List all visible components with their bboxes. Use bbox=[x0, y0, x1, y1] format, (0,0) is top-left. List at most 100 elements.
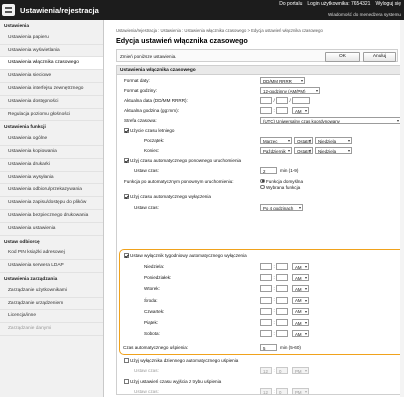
instruction-text: Zmień poniższe ustawienia. bbox=[120, 53, 177, 59]
sidebar-item[interactable]: Zarządzanie użytkownikami bbox=[0, 285, 103, 298]
current-hour-input[interactable] bbox=[260, 107, 272, 114]
wake-hour-input[interactable]: 12 bbox=[260, 388, 272, 395]
date-separator: / bbox=[289, 97, 291, 103]
weekday-minute-input[interactable] bbox=[276, 307, 288, 315]
dst-label: Użycie czasu letniego bbox=[130, 128, 175, 133]
auto-reset-checkbox[interactable] bbox=[124, 158, 129, 163]
wake-timer-label: Użyj ustawień czasu wyjścia z trybu uśpi… bbox=[130, 379, 222, 384]
sidebar-item-label: Zarządzanie danymi bbox=[8, 326, 52, 332]
weekday-ampm-select[interactable]: AM bbox=[292, 330, 309, 338]
daily-sleep-checkbox[interactable] bbox=[124, 358, 129, 363]
auto-reset-time-label: Ustaw czas: bbox=[134, 168, 159, 173]
sidebar-item-label: Ustawienia kopiowania bbox=[8, 148, 57, 154]
wake-minute-input[interactable]: 0 bbox=[276, 388, 288, 395]
dst-end-month-select[interactable]: Październik bbox=[260, 147, 292, 154]
time-separator: : bbox=[273, 388, 275, 394]
current-month-input[interactable] bbox=[276, 97, 288, 104]
sidebar-item[interactable]: Ustawienia dostępności bbox=[0, 96, 103, 109]
selected-function-radio[interactable] bbox=[260, 184, 265, 189]
weekday-hour-input[interactable] bbox=[260, 274, 272, 282]
weekday-ampm-select[interactable]: AM bbox=[292, 319, 309, 326]
dst-end-day-select[interactable]: Niedziela bbox=[315, 147, 352, 154]
date-separator: / bbox=[273, 97, 275, 103]
message-to-admin-link[interactable]: Wiadomość do menedżera systemu bbox=[328, 12, 401, 17]
sidebar-item[interactable]: Kod PIN książki adresowej bbox=[0, 247, 103, 261]
date-format-select[interactable]: DD/MM RRRR bbox=[260, 77, 305, 84]
sidebar-item-label: Ustawienia bbox=[4, 24, 30, 29]
sidebar-item[interactable]: Ustawienia ogólne bbox=[0, 133, 103, 146]
wake-ampm-select[interactable]: PM bbox=[292, 388, 309, 395]
weekday-ampm-select[interactable]: AM bbox=[292, 263, 309, 270]
weekday-hour-input[interactable] bbox=[260, 263, 272, 270]
weekday-ampm-select[interactable]: AM bbox=[292, 296, 309, 304]
weekday-hour-input[interactable] bbox=[260, 285, 272, 293]
time-format-select[interactable]: 12-godzinny (AM/PM) bbox=[260, 87, 320, 94]
dst-end-week-select[interactable]: Ostatni bbox=[294, 147, 313, 154]
sidebar-item[interactable]: Ustawienia interfejsu zewnętrznego bbox=[0, 83, 103, 96]
weekday-hour-input[interactable] bbox=[260, 296, 272, 304]
weekday-minute-input[interactable] bbox=[276, 296, 288, 304]
sidebar-item[interactable]: Licencja/inne bbox=[0, 310, 103, 324]
sidebar-item[interactable]: Ustawienia kopiowania bbox=[0, 146, 103, 159]
time-zone-select[interactable]: (UTC) Uniwersalny czas koordynowany bbox=[260, 117, 401, 124]
weekly-timer-checkbox[interactable] bbox=[124, 253, 129, 258]
dst-checkbox[interactable] bbox=[124, 128, 129, 133]
daily-sleep-hour-input[interactable]: 12 bbox=[260, 367, 272, 374]
app-title: Ustawienia/rejestracja bbox=[20, 6, 99, 15]
daily-sleep-ampm-select[interactable]: PM bbox=[292, 367, 309, 374]
sidebar-item[interactable]: Regulacja poziomu głośności bbox=[0, 109, 103, 122]
selected-function-label: Wybrana funkcja bbox=[266, 184, 301, 190]
weekday-label: Sobota: bbox=[144, 331, 160, 337]
sidebar-item[interactable]: Ustawienia sieciowe bbox=[0, 70, 103, 83]
sidebar-group-header: Ustawienia funkcji bbox=[0, 121, 103, 133]
weekday-minute-input[interactable] bbox=[276, 285, 288, 293]
dst-end-label: Koniec: bbox=[144, 148, 160, 153]
breadcrumb[interactable]: Ustawienia/rejestracja : Ustawienia : Us… bbox=[116, 28, 398, 33]
dst-start-month-select[interactable]: Marzec bbox=[260, 137, 292, 144]
logout-link[interactable]: Wyloguj się bbox=[375, 1, 401, 7]
weekday-hour-input[interactable] bbox=[260, 319, 272, 326]
sidebar-item[interactable]: Ustawienia wyświetlania bbox=[0, 45, 103, 58]
sidebar-item[interactable]: Zarządzanie danymi bbox=[0, 323, 103, 336]
time-separator: : bbox=[273, 297, 275, 303]
weekday-minute-input[interactable] bbox=[276, 330, 288, 338]
current-year-input[interactable] bbox=[292, 97, 310, 104]
auto-offline-time-select[interactable]: Po 4 godzinach bbox=[260, 204, 303, 211]
weekday-minute-input[interactable] bbox=[276, 274, 288, 282]
weekday-ampm-select[interactable]: AM bbox=[292, 274, 309, 282]
weekday-minute-input[interactable] bbox=[276, 263, 288, 270]
auto-reset-time-input[interactable]: 2 bbox=[260, 167, 277, 174]
weekday-ampm-select[interactable]: AM bbox=[292, 285, 309, 293]
current-minute-input[interactable] bbox=[276, 107, 288, 114]
weekday-ampm-select[interactable]: AM bbox=[292, 307, 309, 315]
sidebar-item[interactable]: Ustawienia drukarki bbox=[0, 159, 103, 172]
current-ampm-select[interactable]: AM bbox=[292, 107, 309, 114]
auto-offline-checkbox[interactable] bbox=[124, 194, 129, 199]
cancel-button[interactable]: Anuluj bbox=[363, 51, 396, 62]
wake-timer-checkbox[interactable] bbox=[124, 379, 129, 384]
sidebar-item[interactable]: Ustawienia serwera LDAP bbox=[0, 260, 103, 273]
sidebar-item[interactable]: Ustawienia zapisu/dostępu do plików bbox=[0, 197, 103, 210]
default-function-radio[interactable] bbox=[260, 178, 265, 183]
sleep-time-label: Czas automatycznego uśpienia: bbox=[123, 345, 189, 350]
dst-start-day-select[interactable]: Niedziela bbox=[315, 137, 352, 144]
sidebar-item[interactable]: Ustawienia włącznika czasowego bbox=[0, 57, 103, 71]
current-day-input[interactable] bbox=[260, 97, 272, 104]
ok-button[interactable]: OK bbox=[325, 51, 360, 62]
daily-sleep-minute-input[interactable]: 0 bbox=[276, 367, 288, 374]
sleep-time-input[interactable]: 5 bbox=[260, 344, 277, 351]
sidebar-item[interactable]: Ustawienia papieru bbox=[0, 32, 103, 45]
sidebar-item[interactable]: Ustawienia ustawienia bbox=[0, 223, 103, 236]
page-scrollbar[interactable] bbox=[400, 20, 404, 397]
weekday-hour-input[interactable] bbox=[260, 330, 272, 338]
weekday-minute-input[interactable] bbox=[276, 319, 288, 326]
daily-sleep-time-label: Ustaw czas: bbox=[134, 368, 159, 373]
sidebar-item[interactable]: Ustawienia odbioru/przekazywania bbox=[0, 184, 103, 198]
sidebar-item-label: Ustaw odbiorcę bbox=[4, 239, 40, 245]
sidebar-item[interactable]: Zarządzanie urządzeniem bbox=[0, 298, 103, 311]
portal-link[interactable]: Do portalu bbox=[279, 1, 302, 7]
sidebar-item[interactable]: Ustawienia wysyłania bbox=[0, 172, 103, 185]
dst-start-week-select[interactable]: Ostatni bbox=[294, 137, 313, 144]
sidebar-item[interactable]: Ustawienia bezpiecznego drukowania bbox=[0, 210, 103, 223]
weekday-hour-input[interactable] bbox=[260, 307, 272, 315]
